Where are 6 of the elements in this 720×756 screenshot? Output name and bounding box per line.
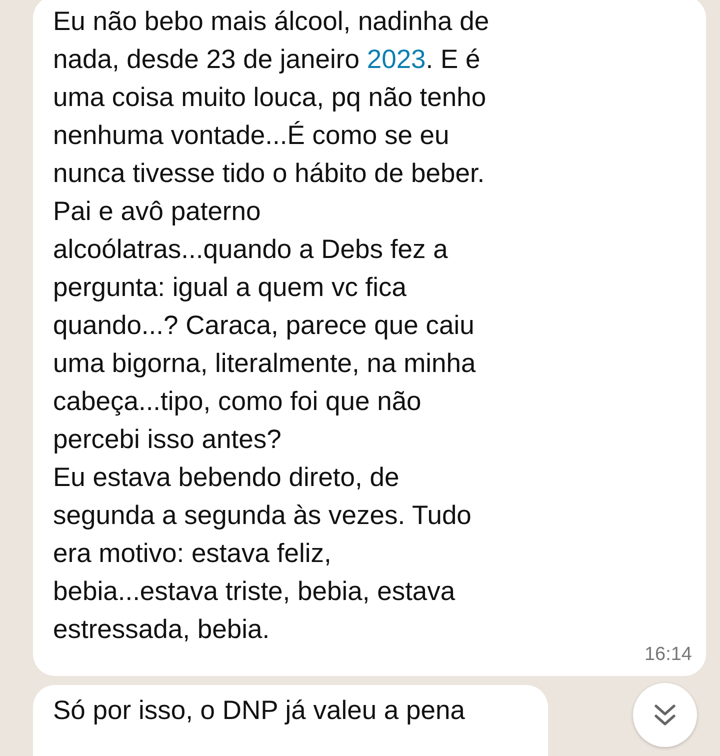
message-text: Só por isso, o DNP já valeu a pena <box>53 694 466 727</box>
date-link[interactable]: 2023 <box>366 44 426 74</box>
message-time: 16:14 <box>644 644 692 666</box>
message-text: Eu não bebo mais álcool, nadinha de nada, desde 23 de janeiro 2023. E é uma coisa muito louca, pq não tenho nenhuma vontade...É como se eu nunca tivesse tido o hábito de beber. Pai e avô paterno alcoólatras...quando a Debs fez a pergunta: igual a quem vc fica quando...? Caraca, parece que caiu uma bigorna, literalmente, na minha cabeça...tipo, como foi que não percebi isso antes? Eu estava bebendo direto, de segunda a segunda às vezes. Tudo era motivo: estava feliz, bebia...estava triste, bebia, estava estressada, bebia. <box>53 5 490 646</box>
scroll-down-button[interactable] <box>633 683 697 747</box>
double-chevron-icon <box>654 703 676 727</box>
